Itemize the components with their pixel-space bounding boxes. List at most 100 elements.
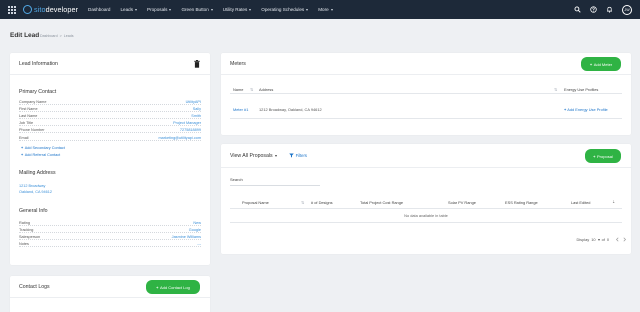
field-row-job-title: Job Title Project Manager [19, 120, 201, 127]
address-line-2: Oakland, CA 94612 [19, 190, 52, 194]
field-label: Phone Number [19, 128, 45, 133]
breadcrumb: Dashboard > Leads [40, 34, 76, 38]
field-value[interactable]: Project Manager [173, 121, 201, 125]
field-row-notes: Notes --- [19, 241, 201, 248]
nav-item-label: Leads [120, 7, 134, 12]
caret-down-icon [210, 8, 213, 11]
user-avatar[interactable]: JW [622, 4, 632, 15]
col-solar-pv-range[interactable]: Solar PV Range [448, 200, 476, 205]
total-pages-value: 0 [606, 237, 609, 242]
meters-table-header: Name ⇅ Address ⇅ Energy Use Profiles [230, 84, 622, 94]
filters-button[interactable]: Filters [288, 153, 307, 158]
col-name[interactable]: Name [233, 87, 243, 92]
field-label: Last Name [19, 113, 38, 118]
caret-down-icon [306, 8, 309, 11]
nav-item-leads[interactable]: Leads [120, 7, 138, 12]
field-row-salesperson: Salesperson Jasmine Williams [19, 233, 201, 240]
plus-icon: + [564, 107, 567, 112]
field-value[interactable]: Smith [191, 114, 201, 118]
nav-item-label: Green Button [181, 7, 209, 12]
add-secondary-contact-link[interactable]: + Add Secondary Contact [21, 146, 65, 150]
breadcrumb-leads[interactable]: Leads [64, 34, 74, 38]
plus-icon: + [21, 153, 24, 157]
field-row-company-name: Company Name UtilityAPI [19, 98, 201, 105]
sort-icon[interactable]: ⇅ [554, 87, 557, 92]
proposals-card: View All Proposals Filters + Proposal Sea… [221, 144, 631, 254]
col-address[interactable]: Address [259, 87, 273, 92]
field-value[interactable]: Google [189, 228, 201, 232]
page-title: Edit Lead [10, 32, 40, 39]
field-value[interactable]: --- [197, 242, 201, 246]
field-row-email: Email marketing@utilityapi.com [19, 134, 201, 141]
field-row-phone-number: Phone Number 7275818899 [19, 127, 201, 134]
meters-card: Meters + Add Meter Name ⇅ Address ⇅ Energ… [221, 53, 631, 135]
breadcrumb-separator: > [59, 33, 62, 38]
search-icon[interactable] [574, 6, 581, 13]
field-label: First Name [19, 106, 38, 111]
app-logo[interactable]: sitodeveloper [23, 5, 81, 14]
main-menu: Dashboard Leads Proposals Green Button Utili… [88, 7, 343, 12]
nav-item-operating-schedules[interactable]: Operating Schedules [261, 7, 309, 12]
meter-name-link[interactable]: Meter #1 [233, 107, 248, 112]
caret-down-icon [169, 8, 172, 11]
col-number-of-designs[interactable]: # of Designs [311, 200, 333, 205]
field-label: Company Name [19, 99, 47, 104]
mailing-address-title: Mailing Address [19, 170, 56, 176]
bell-icon[interactable] [606, 6, 613, 13]
page-size-select[interactable]: 10 [591, 237, 600, 242]
chevron-right-icon[interactable] [622, 237, 627, 242]
field-value[interactable]: 7275818899 [180, 128, 201, 132]
add-energy-use-profile-link[interactable]: +Add Energy Use Profile [564, 107, 608, 112]
apps-grid-icon[interactable] [8, 5, 16, 14]
col-ess-rating-range[interactable]: ESS Rating Range [505, 200, 538, 205]
chevron-left-icon[interactable] [615, 237, 620, 242]
nav-item-more[interactable]: More [318, 7, 333, 12]
nav-item-label: Operating Schedules [261, 7, 305, 12]
nav-item-dashboard[interactable]: Dashboard [88, 7, 110, 12]
view-all-proposals-dropdown[interactable]: View All Proposals [230, 153, 277, 159]
general-info-title: General Info [19, 208, 48, 214]
col-last-edited[interactable]: Last Edited [571, 200, 590, 205]
meters-header: Meters [221, 53, 631, 75]
col-total-project-cost-range[interactable]: Total Project Cost Range [360, 200, 403, 205]
caret-down-icon [330, 8, 333, 11]
caret-down-icon [274, 154, 277, 157]
nav-item-proposals[interactable]: Proposals [147, 7, 172, 12]
field-row-tracking: Tracking Google [19, 226, 201, 233]
trash-icon[interactable] [194, 60, 200, 68]
nav-item-label: Dashboard [88, 7, 111, 12]
field-value[interactable]: UtilityAPI [186, 100, 201, 104]
field-label: Notes [19, 242, 29, 247]
empty-table-message: No data available in table [230, 209, 622, 223]
search-input[interactable] [230, 185, 320, 186]
add-proposal-button[interactable]: + Proposal [585, 149, 621, 163]
sort-down-icon[interactable]: ⇣ [612, 199, 615, 204]
col-proposal-name[interactable]: Proposal Name [242, 200, 269, 205]
sort-icon[interactable]: ⇅ [301, 200, 304, 205]
contact-logs-card: Contact Logs + Add Contact Log [10, 276, 210, 312]
nav-item-label: More [318, 7, 329, 12]
nav-utilities: JW [574, 0, 632, 19]
breadcrumb-dashboard[interactable]: Dashboard [40, 34, 58, 38]
add-referral-contact-link[interactable]: + Add Referral Contact [21, 153, 60, 157]
add-contact-log-button[interactable]: + Add Contact Log [146, 280, 200, 294]
field-value[interactable]: Sally [193, 107, 201, 111]
help-icon[interactable] [590, 6, 597, 13]
field-row-last-name: Last Name Smith [19, 112, 201, 119]
nav-item-utility-rates[interactable]: Utility Rates [223, 7, 252, 12]
col-energy-use-profiles: Energy Use Profiles [564, 87, 599, 92]
field-value[interactable]: Jasmine Williams [172, 235, 201, 239]
plus-icon: + [21, 146, 24, 150]
lead-information-title: Lead Information [19, 60, 58, 67]
field-label: Email [19, 135, 29, 140]
add-meter-button[interactable]: + Add Meter [581, 57, 621, 71]
nav-item-green-button[interactable]: Green Button [181, 7, 213, 12]
sort-icon[interactable]: ⇅ [250, 87, 253, 92]
field-row-rating: Rating New [19, 219, 201, 226]
pagination-display: Display 10 of 0 [576, 237, 609, 242]
field-value[interactable]: New [193, 221, 201, 225]
caret-down-icon [135, 8, 138, 11]
meters-title: Meters [230, 60, 246, 67]
field-row-first-name: First Name Sally [19, 105, 201, 112]
field-value[interactable]: marketing@utilityapi.com [159, 136, 201, 140]
